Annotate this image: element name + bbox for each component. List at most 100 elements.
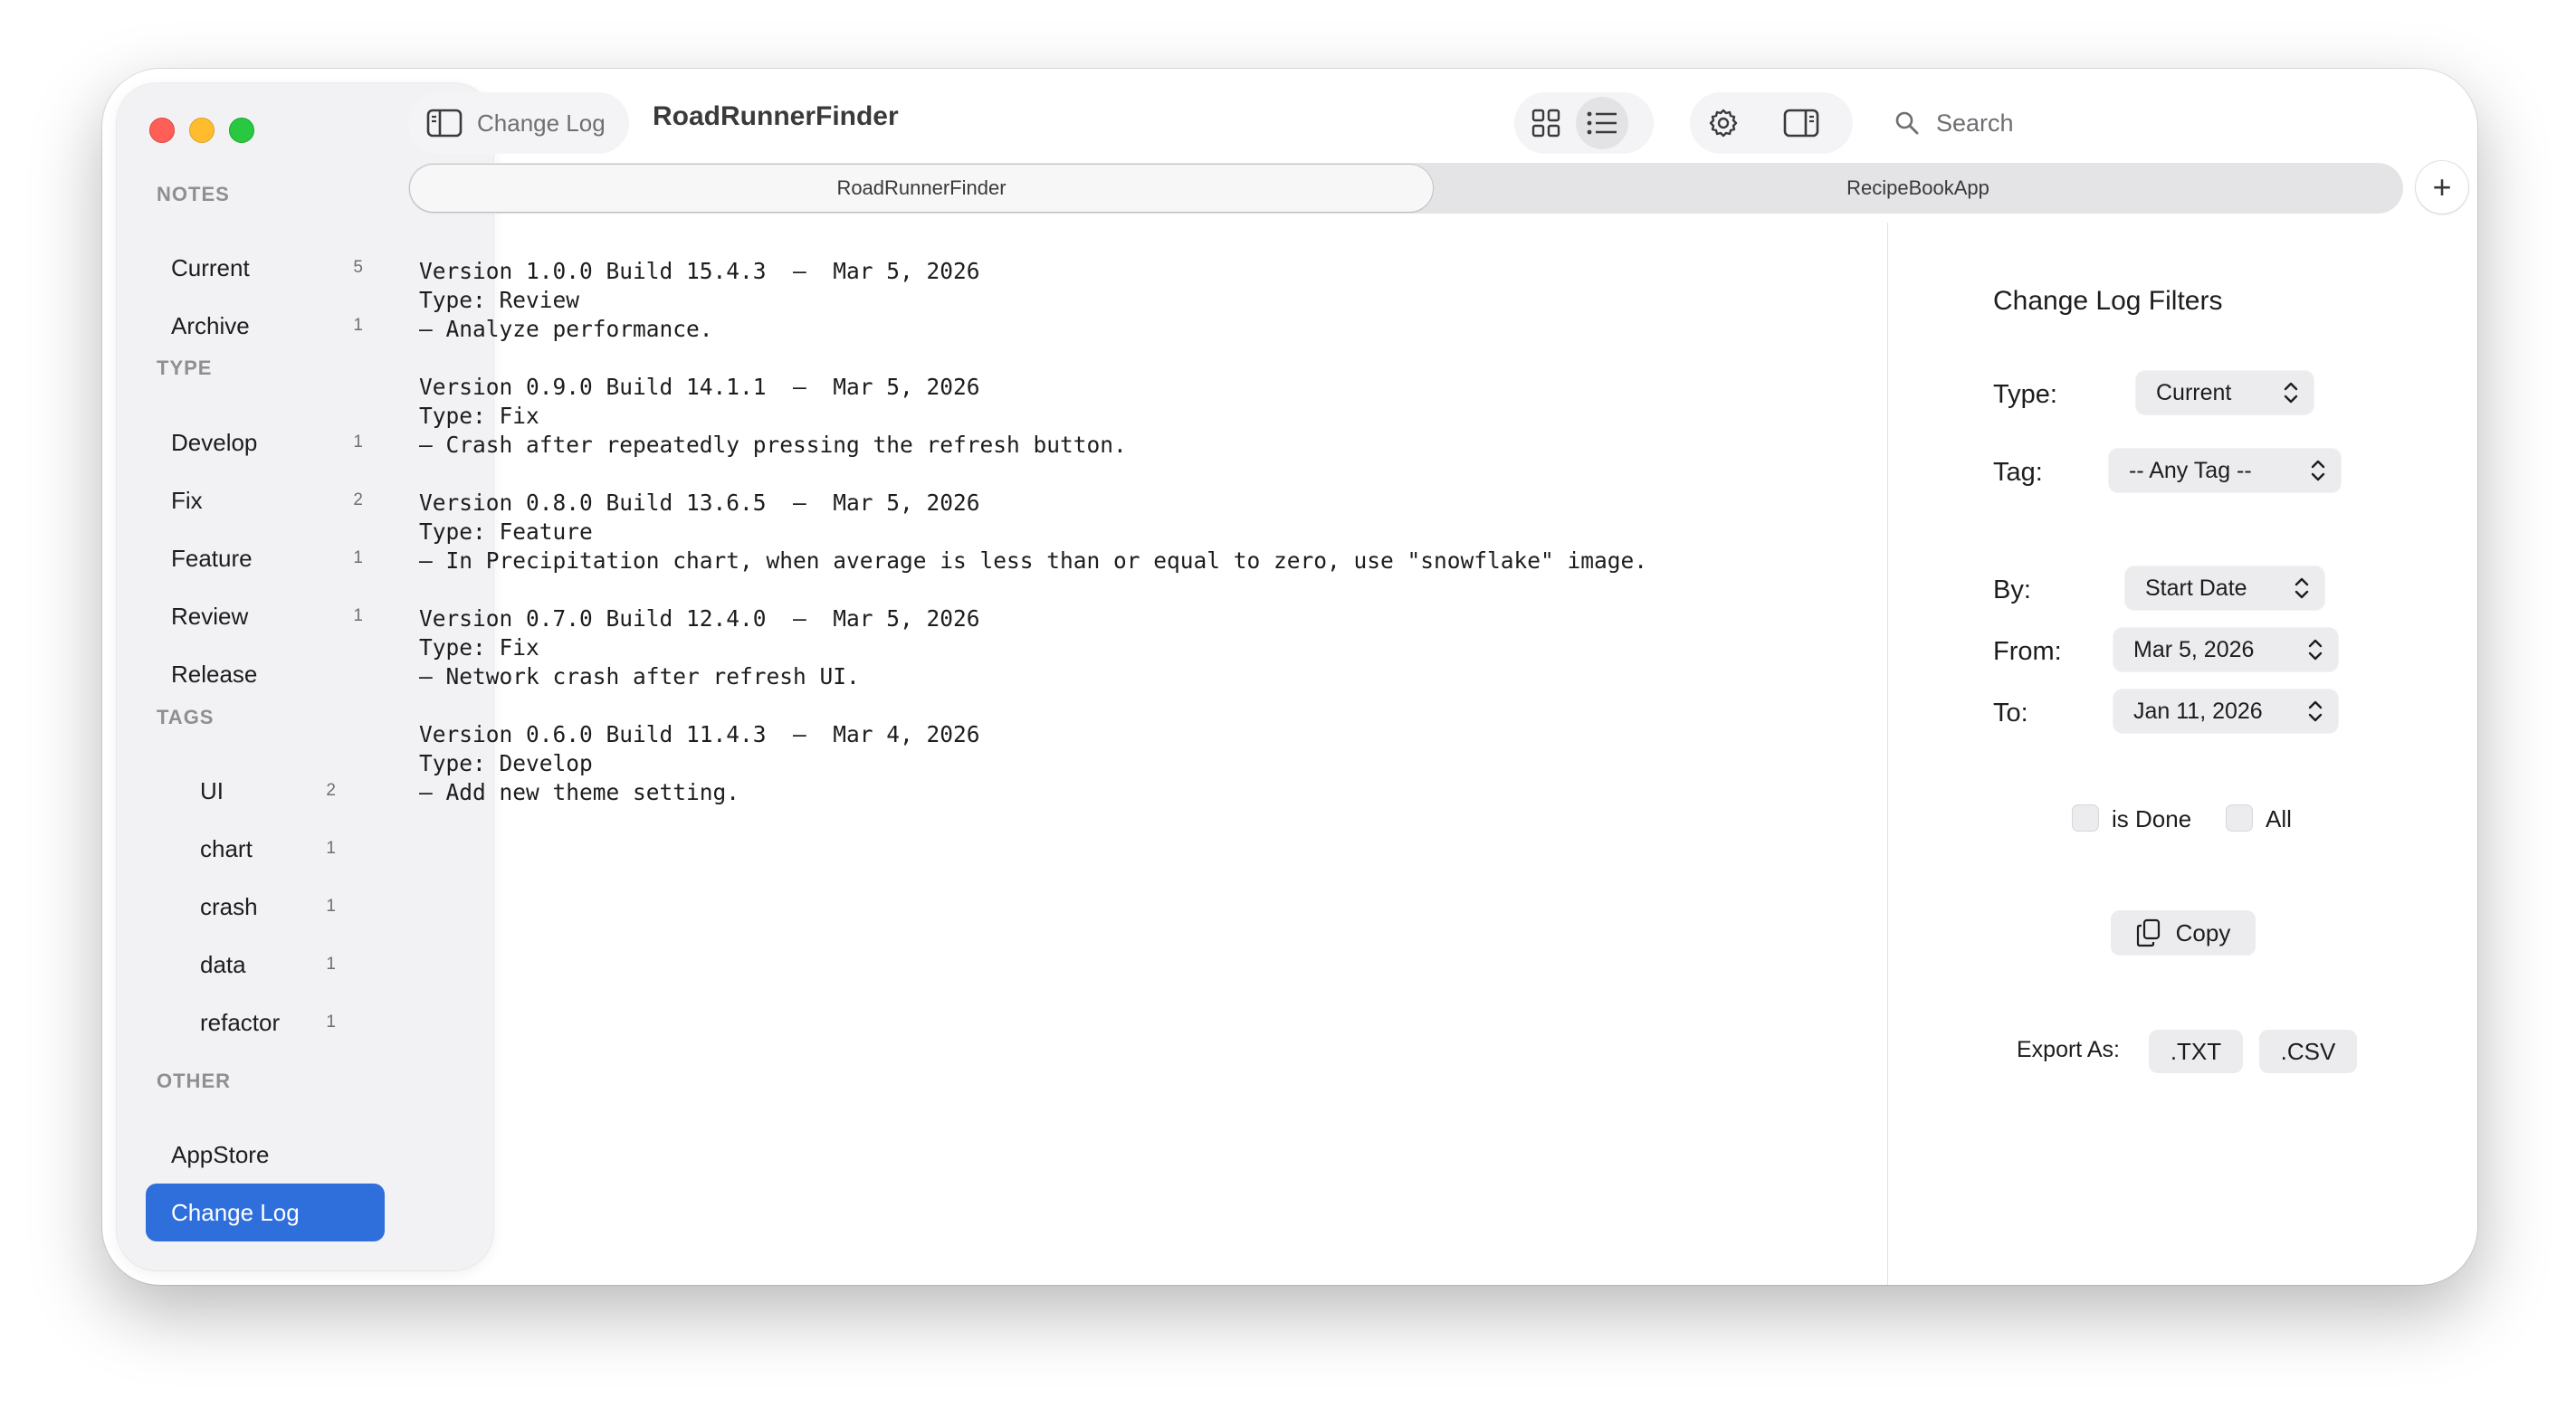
sidebar-toggle-icon <box>426 109 463 138</box>
tags-section-heading: TAGS <box>157 706 215 728</box>
chevron-up-down-icon <box>2308 639 2323 661</box>
sidebar-item-appstore[interactable]: AppStore <box>146 1126 385 1184</box>
sidebar-tag-chart[interactable]: chart 1 <box>146 820 385 878</box>
chevron-up-down-icon <box>2295 577 2309 599</box>
view-mode-group <box>1514 92 1654 154</box>
copy-button[interactable]: Copy <box>2111 910 2256 956</box>
entry-type: Type: Fix <box>419 634 539 661</box>
inspector-toggle-icon <box>1783 109 1819 138</box>
changelog-entry: Version 1.0.0 Build 15.4.3 – Mar 5, 2026… <box>419 257 1885 344</box>
to-date-picker[interactable]: Jan 11, 2026 <box>2113 689 2338 733</box>
filters-title: Change Log Filters <box>1993 286 2223 316</box>
copy-icon <box>2136 918 2160 947</box>
export-txt-button[interactable]: .TXT <box>2149 1030 2243 1073</box>
to-date-value: Jan 11, 2026 <box>2133 698 2263 724</box>
export-csv-button[interactable]: .CSV <box>2259 1030 2357 1073</box>
sidebar-item-count: 5 <box>353 258 363 277</box>
sidebar-item-label: data <box>200 950 246 978</box>
tag-filter-select[interactable]: -- Any Tag -- <box>2109 449 2341 492</box>
sidebar-item-label: Fix <box>171 486 203 514</box>
entry-type: Type: Review <box>419 287 580 313</box>
sidebar-item-label: Develop <box>171 428 258 456</box>
is-done-checkbox[interactable] <box>2072 804 2099 832</box>
from-date-picker[interactable]: Mar 5, 2026 <box>2113 628 2338 671</box>
entry-type: Type: Fix <box>419 403 539 429</box>
tab-bar: RoadRunnerFinder RecipeBookApp <box>408 163 2403 214</box>
zoom-window-button[interactable] <box>229 118 254 143</box>
sidebar-item-change-log[interactable]: Change Log <box>146 1184 385 1241</box>
sidebar-item-count: 1 <box>353 433 363 452</box>
sidebar-tag-refactor[interactable]: refactor 1 <box>146 994 385 1051</box>
sidebar-tag-data[interactable]: data 1 <box>146 936 385 994</box>
tab-recipebookapp[interactable]: RecipeBookApp <box>1435 165 2401 212</box>
entry-header: Version 0.7.0 Build 12.4.0 – Mar 5, 2026 <box>419 605 980 632</box>
sidebar-item-release[interactable]: Release <box>146 645 385 703</box>
entry-header: Version 0.9.0 Build 14.1.1 – Mar 5, 2026 <box>419 374 980 400</box>
type-filter-select[interactable]: Current <box>2136 371 2314 414</box>
tab-roadrunnerfinder[interactable]: RoadRunnerFinder <box>410 165 1433 212</box>
sidebar-tag-crash[interactable]: crash 1 <box>146 878 385 936</box>
sidebar-item-label: crash <box>200 892 258 920</box>
sidebar-item-label: Release <box>171 660 258 688</box>
entry-header: Version 0.8.0 Build 13.6.5 – Mar 5, 2026 <box>419 490 980 516</box>
from-date-value: Mar 5, 2026 <box>2133 636 2255 662</box>
entry-note: – Crash after repeatedly pressing the re… <box>419 432 1127 458</box>
entry-type: Type: Feature <box>419 518 593 545</box>
sidebar-item-fix[interactable]: Fix 2 <box>146 471 385 529</box>
app-window: NOTES Current 5 Archive 1 TYPE Develop 1… <box>102 69 2477 1285</box>
sidebar-item-label: Feature <box>171 544 253 572</box>
sidebar-item-review[interactable]: Review 1 <box>146 587 385 645</box>
tag-filter-value: -- Any Tag -- <box>2129 457 2252 483</box>
sidebar-item-current[interactable]: Current 5 <box>146 239 385 297</box>
type-filter-value: Current <box>2156 379 2232 405</box>
list-view-button[interactable] <box>1576 97 1628 149</box>
other-section-heading: OTHER <box>157 1070 231 1092</box>
sidebar-item-develop[interactable]: Develop 1 <box>146 414 385 471</box>
minimize-window-button[interactable] <box>189 118 215 143</box>
tag-filter-label: Tag: <box>1993 458 2043 487</box>
sidebar-item-count: 1 <box>353 548 363 567</box>
entry-header: Version 1.0.0 Build 15.4.3 – Mar 5, 2026 <box>419 258 980 284</box>
inspector-toggle-button[interactable] <box>1775 97 1827 149</box>
sidebar-item-label: Current <box>171 253 250 281</box>
list-view-icon <box>1587 111 1617 135</box>
sidebar-item-label: Archive <box>171 311 250 339</box>
sidebar-item-label: Change Log <box>171 1198 300 1226</box>
to-filter-label: To: <box>1993 699 2028 728</box>
changelog-entry: Version 0.9.0 Build 14.1.1 – Mar 5, 2026… <box>419 373 1885 460</box>
panel-divider <box>1887 223 1888 1285</box>
settings-button[interactable] <box>1697 97 1750 149</box>
close-window-button[interactable] <box>149 118 175 143</box>
sidebar-item-label: chart <box>200 834 253 862</box>
add-tab-button[interactable]: + <box>2416 161 2468 214</box>
sidebar-item-feature[interactable]: Feature 1 <box>146 529 385 587</box>
by-filter-value: Start Date <box>2145 575 2247 601</box>
is-done-label: is Done <box>2112 805 2192 832</box>
sidebar-item-count: 1 <box>353 606 363 625</box>
by-filter-select[interactable]: Start Date <box>2125 566 2324 610</box>
sidebar-toggle-button[interactable]: Change Log <box>408 92 629 154</box>
copy-button-label: Copy <box>2175 918 2231 946</box>
sidebar-item-count: 1 <box>326 897 336 916</box>
settings-group <box>1690 92 1853 154</box>
changelog-entry: Version 0.6.0 Build 11.4.3 – Mar 4, 2026… <box>419 720 1885 807</box>
gear-icon <box>1709 109 1738 138</box>
sidebar-toggle-label: Change Log <box>477 109 606 137</box>
entry-note: – Add new theme setting. <box>419 779 740 805</box>
type-filter-label: Type: <box>1993 380 2057 409</box>
chevron-up-down-icon <box>2308 700 2323 722</box>
changelog-text[interactable]: Version 1.0.0 Build 15.4.3 – Mar 5, 2026… <box>419 257 1885 836</box>
sidebar-item-label: AppStore <box>171 1140 270 1168</box>
sidebar-item-archive[interactable]: Archive 1 <box>146 297 385 355</box>
entry-note: – Network crash after refresh UI. <box>419 663 860 689</box>
from-filter-label: From: <box>1993 637 2062 666</box>
all-checkbox[interactable] <box>2226 804 2253 832</box>
entry-note: – In Precipitation chart, when average i… <box>419 547 1648 574</box>
export-label: Export As: <box>2017 1037 2120 1062</box>
sidebar-item-label: UI <box>200 776 224 804</box>
sidebar-item-count: 2 <box>353 490 363 509</box>
search-input[interactable]: Search <box>1875 92 2454 154</box>
grid-view-button[interactable] <box>1520 97 1572 149</box>
chevron-up-down-icon <box>2284 382 2298 404</box>
sidebar-tag-ui[interactable]: UI 2 <box>146 762 385 820</box>
